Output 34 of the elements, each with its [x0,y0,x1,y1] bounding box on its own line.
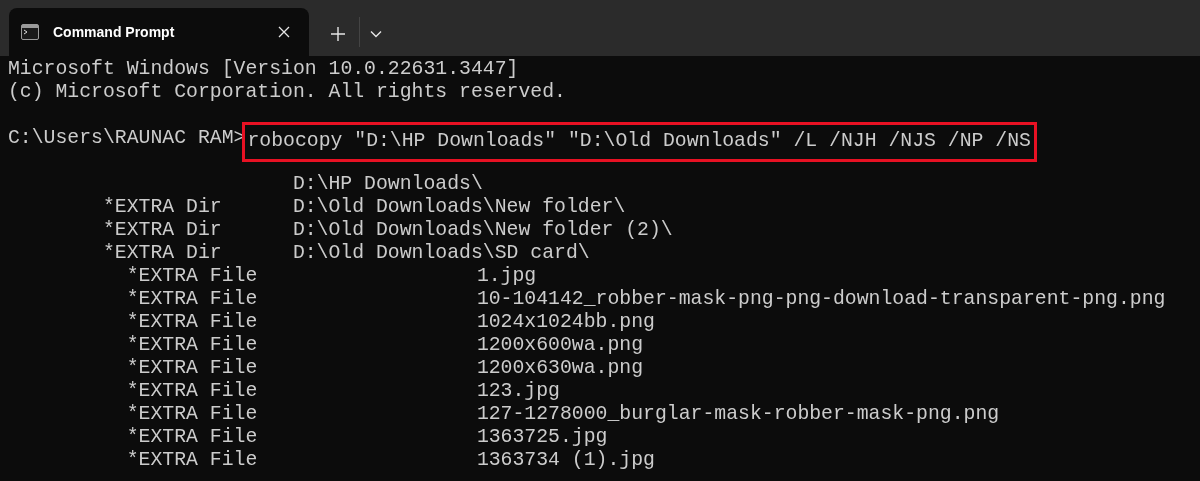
entry-path: D:\Old Downloads\New folder\ [292,196,626,219]
console-text: Microsoft Windows [Version 10.0.22631.3447] [8,58,519,81]
command-text: robocopy "D:\HP Downloads" "D:\Old Downloads" /L /NJH /NJS /NP /NS [242,122,1037,162]
tab-title: Command Prompt [53,24,176,40]
entry-type: *EXTRA File [126,403,258,425]
chevron-down-icon[interactable] [370,30,382,38]
entry-type: *EXTRA File [126,311,258,333]
plus-icon[interactable] [331,27,345,41]
entry-type: *EXTRA File [126,380,258,402]
close-icon[interactable] [278,26,290,38]
entry-path: 1200x600wa.png [476,334,644,357]
entry-path: D:\Old Downloads\SD card\ [292,242,590,265]
entry-type: *EXTRA Dir [102,196,222,218]
entry-path: 1024x1024bb.png [476,311,655,334]
entry-path: D:\Old Downloads\New folder (2)\ [292,219,673,242]
entry-path: 1.jpg [476,265,537,288]
entry-path: 1200x630wa.png [476,357,644,380]
terminal-icon [21,24,39,40]
entry-type: *EXTRA File [126,426,258,448]
entry-path: 123.jpg [476,380,560,403]
entry-path: 1363734 (1).jpg [476,449,655,472]
entry-type: *EXTRA Dir [102,242,222,264]
entry-path: 1363725.jpg [476,426,608,449]
entry-type: *EXTRA File [126,288,258,310]
entry-type: *EXTRA Dir [102,219,222,241]
entry-path: 10-104142_robber-mask-png-png-download-transparent-png.png [476,288,1166,311]
entry-type: *EXTRA File [126,265,258,287]
entry-path: 127-1278000_burglar-mask-robber-mask-png.png [476,403,1000,426]
entry-type: *EXTRA File [126,449,258,471]
entry-path: D:\HP Downloads\ [292,173,483,196]
terminal-tab[interactable]: Command Prompt [9,8,309,56]
entry-type: *EXTRA File [126,357,258,379]
entry-type: *EXTRA File [126,334,258,356]
console-text: (c) Microsoft Corporation. All rights reserved. [8,81,566,104]
